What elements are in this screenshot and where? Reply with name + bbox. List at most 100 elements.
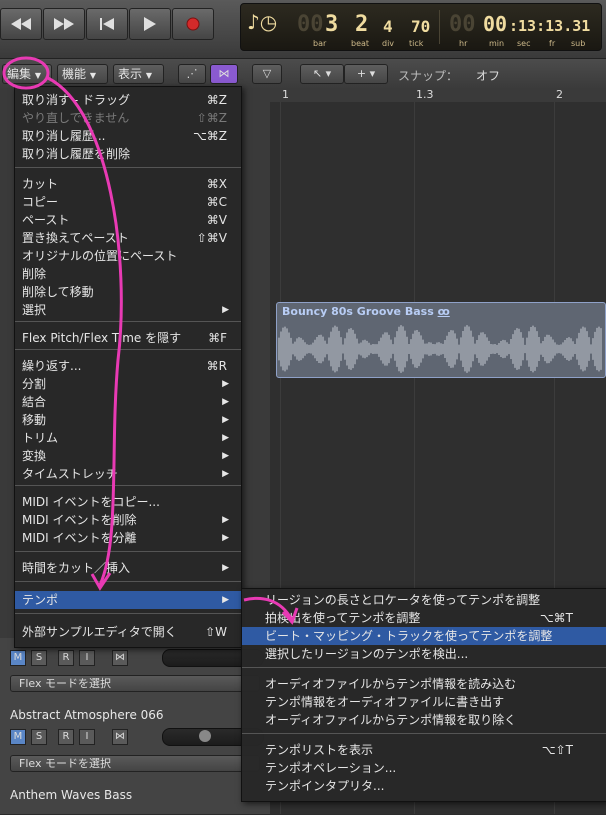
edit-menu-item[interactable]: 選択 ▶	[15, 301, 241, 319]
edit-menu-item[interactable]: カット ⌘X	[15, 175, 241, 193]
menu-item-label: やり直しできません	[22, 111, 130, 125]
edit-menu-item[interactable]: MIDI イベントをコピー...	[15, 493, 241, 511]
automation-button[interactable]: ⋰	[178, 64, 206, 84]
edit-menu-item[interactable]: 結合 ▶	[15, 393, 241, 411]
tempo-menu-item[interactable]: テンポオペレーション...	[242, 759, 606, 777]
edit-menu-item[interactable]: 外部サンプルエディタで開く ⇧W	[15, 623, 241, 641]
lcd-time-rest: :13:13.31	[509, 17, 591, 35]
edit-menu-item[interactable]: トリム ▶	[15, 429, 241, 447]
lcd-time-sec: 13	[518, 17, 537, 35]
track-name: Abstract Atmosphere 066	[10, 708, 164, 722]
lcd-display: ♪◷ 00 3 2 4 70 bar beat div tick 00 00 :…	[240, 3, 602, 51]
marquee-tool-button[interactable]: + ▾	[344, 64, 388, 84]
edit-menu-item[interactable]: MIDI イベントを分離 ▶	[15, 529, 241, 547]
chevron-down-icon: ▼	[89, 71, 96, 80]
menu-item-label: テンポ情報をオーディオファイルに書き出す	[265, 695, 505, 709]
lcd-time-fr: 13	[545, 17, 564, 35]
menu-item-label: オリジナルの位置にペースト	[22, 249, 178, 263]
tempo-menu-item[interactable]: オーディオファイルからテンポ情報を取り除く	[242, 711, 606, 729]
menu-item-label: カット	[22, 177, 59, 191]
menu-separator	[242, 733, 606, 734]
tempo-menu-item[interactable]: 拍検出を使ってテンポを調整 ⌥⌘T	[242, 609, 606, 627]
edit-menu-item[interactable]: 時間をカット／挿入 ▶	[15, 559, 241, 577]
menu-item-label: オーディオファイルからテンポ情報を読み込む	[265, 677, 517, 691]
tempo-menu-item[interactable]: テンポインタプリタ...	[242, 777, 606, 795]
edit-menu-button[interactable]: 編集 ▼	[2, 64, 52, 84]
edit-menu-item[interactable]: タイムストレッチ ▶	[15, 465, 241, 483]
tempo-menu-item[interactable]: オーディオファイルからテンポ情報を読み込む	[242, 675, 606, 693]
edit-menu-item[interactable]: やり直しできません ⇧⌘Z	[15, 109, 241, 127]
lcd-label-min: min	[489, 39, 505, 48]
record-button[interactable]	[172, 8, 214, 40]
flex-track-button[interactable]: ⋈	[112, 650, 128, 666]
flex-button[interactable]: ⋈	[210, 64, 238, 84]
flex-mode-select[interactable]: Flex モードを選択	[10, 675, 260, 692]
mute-button[interactable]: M	[10, 729, 26, 745]
function-menu-button[interactable]: 機能 ▼	[57, 64, 108, 84]
flex-icon: ⋈	[115, 731, 125, 742]
edit-menu-item[interactable]: ペースト ⌘V	[15, 211, 241, 229]
menu-item-label: 削除	[22, 267, 47, 281]
lcd-bar: 3	[325, 12, 339, 37]
menu-separator	[15, 581, 241, 582]
flex-track-button[interactable]: ⋈	[112, 729, 128, 745]
rewind-button[interactable]	[0, 8, 42, 40]
menu-separator	[15, 613, 241, 614]
lcd-div: 4	[383, 17, 393, 36]
edit-menu-item[interactable]: 移動 ▶	[15, 411, 241, 429]
menu-item-label: MIDI イベントを分離	[22, 531, 137, 545]
lcd-label-fr: fr	[549, 39, 556, 48]
record-icon	[186, 17, 200, 31]
tempo-menu-item[interactable]: テンポ情報をオーディオファイルに書き出す	[242, 693, 606, 711]
lcd-hr-dim: 00	[449, 12, 476, 37]
menu-shortcut: ⌘X	[206, 177, 227, 191]
play-button[interactable]	[129, 8, 171, 40]
flex-mode-select[interactable]: Flex モードを選択	[10, 755, 260, 772]
input-monitor-button[interactable]: I	[79, 650, 95, 666]
menu-separator	[242, 667, 606, 668]
edit-menu-item[interactable]: 置き換えてペースト ⇧⌘V	[15, 229, 241, 247]
tempo-menu-item[interactable]: ビート・マッピング・トラックを使ってテンポを調整	[242, 627, 606, 645]
waveform	[278, 325, 602, 373]
catch-button[interactable]: ▽	[252, 64, 282, 84]
input-monitor-button[interactable]: I	[79, 729, 95, 745]
view-menu-button[interactable]: 表示 ▼	[113, 64, 164, 84]
lcd-label-tick: tick	[409, 39, 424, 48]
audio-region[interactable]: Bouncy 80s Groove Bass ꝏ	[276, 302, 606, 378]
record-enable-button[interactable]: R	[58, 729, 74, 745]
menu-separator	[15, 321, 241, 322]
menu-item-label: 結合	[22, 395, 47, 409]
function-menu-label: 機能	[62, 67, 87, 81]
go-to-start-button[interactable]	[86, 8, 128, 40]
snap-select[interactable]: オフ	[476, 67, 500, 84]
forward-button[interactable]	[43, 8, 85, 40]
tempo-menu-item[interactable]: 選択したリージョンのテンポを検出...	[242, 645, 606, 663]
edit-menu-item[interactable]: MIDI イベントを削除 ▶	[15, 511, 241, 529]
solo-button[interactable]: S	[31, 650, 47, 666]
menu-item-label: 変換	[22, 449, 47, 463]
edit-menu-item[interactable]: 変換 ▶	[15, 447, 241, 465]
tempo-menu-item[interactable]: リージョンの長さとロケータを使ってテンポを調整	[242, 591, 606, 609]
pointer-tool-button[interactable]: ↖ ▾	[300, 64, 344, 84]
volume-knob[interactable]	[199, 730, 211, 742]
edit-menu-item[interactable]: 繰り返す... ⌘R	[15, 357, 241, 375]
edit-menu-item[interactable]: 取り消し履歴を削除	[15, 145, 241, 163]
edit-menu-item[interactable]: 取り消し履歴... ⌥⌘Z	[15, 127, 241, 145]
record-enable-button[interactable]: R	[58, 650, 74, 666]
mute-button[interactable]: M	[10, 650, 26, 666]
tempo-menu-item[interactable]: テンポリストを表示 ⌥⇧T	[242, 741, 606, 759]
edit-menu-item[interactable]: オリジナルの位置にペースト	[15, 247, 241, 265]
edit-menu-item[interactable]: 取り消す - ドラッグ ⌘Z	[15, 91, 241, 109]
submenu-arrow-icon: ▶	[222, 305, 229, 315]
chevron-down-icon: ▼	[145, 71, 152, 80]
edit-menu-item[interactable]: コピー ⌘C	[15, 193, 241, 211]
toolbar: 編集 ▼ 機能 ▼ 表示 ▼ ⋰ ⋈ ▽ ↖ ▾ + ▾ スナップ： オフ	[0, 58, 606, 89]
edit-menu-item[interactable]: 分割 ▶	[15, 375, 241, 393]
edit-menu-item[interactable]: Flex Pitch/Flex Time を隠す ⌘F	[15, 329, 241, 347]
menu-item-label: 選択したリージョンのテンポを検出...	[265, 647, 469, 661]
timeline-ruler[interactable]: 1 1.3 2	[270, 88, 606, 103]
edit-menu-item[interactable]: 削除して移動	[15, 283, 241, 301]
solo-button[interactable]: S	[31, 729, 47, 745]
edit-menu-item[interactable]: テンポ ▶	[15, 591, 241, 609]
edit-menu-item[interactable]: 削除	[15, 265, 241, 283]
